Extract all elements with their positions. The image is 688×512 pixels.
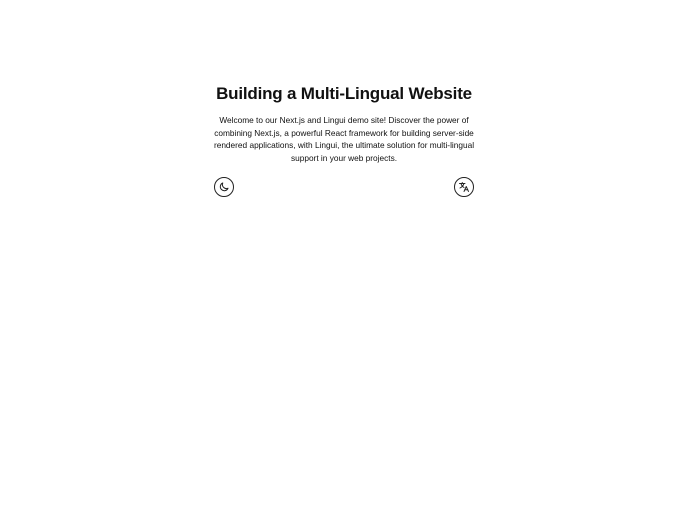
main-content: Building a Multi-Lingual Website Welcome… xyxy=(213,82,475,164)
language-switcher-button[interactable] xyxy=(454,177,474,197)
page: Building a Multi-Lingual Website Welcome… xyxy=(0,0,688,512)
page-title: Building a Multi-Lingual Website xyxy=(216,84,472,103)
theme-toggle-button[interactable] xyxy=(214,177,234,197)
controls-bar xyxy=(214,177,474,197)
moon-icon xyxy=(218,181,230,193)
translate-icon xyxy=(458,181,470,193)
intro-text: Welcome to our Next.js and Lingui demo s… xyxy=(213,115,475,163)
